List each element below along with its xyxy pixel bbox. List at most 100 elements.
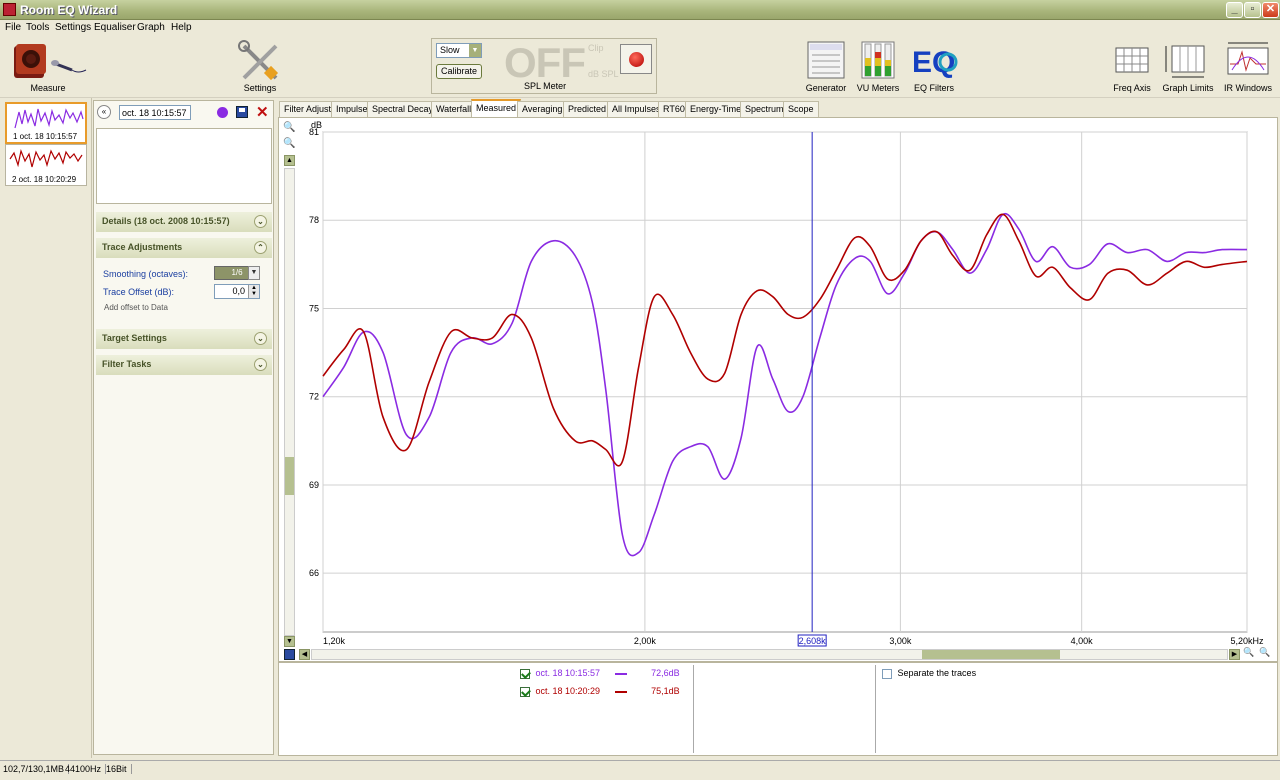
scroll-right-button[interactable]: ▶: [1229, 649, 1240, 660]
measurement-1-label: 1 oct. 18 10:15:57: [13, 132, 78, 141]
chevron-down-icon: ⌄: [254, 332, 267, 345]
measurement-thumb-2[interactable]: 2 oct. 18 10:20:29: [5, 144, 87, 186]
y-tick-label: 72: [309, 392, 319, 402]
menu-file[interactable]: File: [5, 22, 21, 33]
legend-panel: oct. 18 10:15:57 72,6dB oct. 18 10:20:29…: [278, 662, 1278, 756]
add-offset-link[interactable]: Add offset to Data: [104, 303, 168, 312]
trace-2-checkbox[interactable]: [520, 686, 530, 697]
minimize-button[interactable]: _: [1226, 2, 1243, 18]
calibrate-button[interactable]: Calibrate: [436, 64, 482, 79]
y-tick-label: 75: [309, 303, 319, 313]
generator-button[interactable]: Generator: [804, 40, 848, 93]
tab-all-impulses[interactable]: All Impulses: [607, 101, 666, 117]
measure-label: Measure: [30, 83, 66, 93]
smoothing-value: 1/6: [231, 268, 243, 277]
filter-tasks-title: Filter Tasks: [102, 359, 152, 369]
trace-adjustments-title: Trace Adjustments: [102, 242, 183, 252]
y-tick-label: 66: [309, 568, 319, 578]
legend-divider-1: [693, 665, 694, 753]
tab-averaging[interactable]: Averaging: [517, 101, 568, 117]
toolbar: Measure Settings Slow ▼ Calibrate OFF Cl…: [0, 36, 1280, 98]
spl-clip-label: Clip: [588, 43, 604, 53]
graph-limits-button[interactable]: Graph Limits: [1162, 40, 1214, 93]
horizontal-scrollbar[interactable]: [311, 649, 1228, 660]
details-section[interactable]: Details (18 oct. 2008 10:15:57) ⌄: [96, 212, 272, 232]
menu-settings[interactable]: Settings: [55, 22, 91, 33]
trace-1-checkbox[interactable]: [520, 668, 530, 679]
measurement-2-thumbnail: [9, 148, 83, 168]
tab-spectral-decay[interactable]: Spectral Decay: [367, 101, 439, 117]
svg-text:EQ: EQ: [912, 46, 955, 79]
trace-adjustments-section[interactable]: Trace Adjustments ⌃: [96, 238, 272, 258]
separate-traces-row: Separate the traces: [882, 668, 976, 679]
ir-windows-label: IR Windows: [1223, 83, 1272, 93]
settings-button[interactable]: Settings: [230, 40, 290, 93]
horizontal-scroll-thumb[interactable]: [922, 650, 1060, 659]
spinner-arrows-icon: ▲ ▼: [248, 285, 259, 298]
target-settings-section[interactable]: Target Settings ⌄: [96, 329, 272, 349]
spl-speed-select[interactable]: Slow ▼: [436, 43, 482, 58]
menu-tools[interactable]: Tools: [26, 22, 49, 33]
settings-label: Settings: [243, 83, 277, 93]
chevron-down-icon: ⌄: [254, 358, 267, 371]
chevron-down-icon: ▼: [248, 266, 260, 280]
scroll-left-button[interactable]: ◀: [299, 649, 310, 660]
tools-icon: [238, 40, 279, 81]
zoom-in-x-icon[interactable]: 🔍: [1243, 647, 1254, 658]
ir-windows-button[interactable]: IR Windows: [1222, 40, 1274, 93]
menu-help[interactable]: Help: [171, 22, 192, 33]
notes-area[interactable]: [96, 128, 272, 204]
tab-predicted[interactable]: Predicted: [563, 101, 612, 117]
tab-scope[interactable]: Scope: [783, 101, 819, 117]
tab-filter-adjust[interactable]: Filter Adjust: [279, 101, 337, 117]
zoom-out-x-icon[interactable]: 🔍: [1259, 647, 1270, 658]
menu-graph[interactable]: Graph: [137, 22, 165, 33]
eq-filters-label: EQ Filters: [913, 83, 954, 93]
maximize-button[interactable]: ▫: [1244, 2, 1261, 18]
sample-rate-status: 44100Hz: [65, 764, 107, 774]
trace-offset-spinner[interactable]: 0,0 ▲ ▼: [214, 284, 260, 299]
chevron-down-icon: ▼: [469, 44, 481, 57]
menu-equaliser[interactable]: Equaliser: [94, 22, 136, 33]
app-icon: [3, 3, 16, 16]
save-icon[interactable]: [236, 106, 248, 118]
target-settings-title: Target Settings: [102, 333, 167, 343]
close-button[interactable]: ✕: [1262, 2, 1279, 18]
menu-bar: File Tools Settings Equaliser Graph Help: [0, 20, 1280, 36]
vu-meters-button[interactable]: VU Meters: [856, 40, 900, 93]
save-graph-icon[interactable]: [284, 649, 295, 660]
freq-axis-button[interactable]: Freq Axis: [1112, 40, 1152, 93]
memory-status: 102,7/130,1MB: [3, 764, 70, 774]
x-tick-label: 4,00k: [1071, 636, 1094, 646]
measurement-list: 1 oct. 18 10:15:57 2 oct. 18 10:20:29: [0, 98, 92, 758]
tab-waterfall[interactable]: Waterfall: [431, 101, 477, 117]
smoothing-select[interactable]: 1/6 ▼: [214, 266, 260, 280]
frequency-response-chart[interactable]: 6669727578811,20k 2,00k 3,00k 4,00k 5,20kHzd…: [279, 118, 1275, 648]
tab-measured[interactable]: Measured: [471, 99, 522, 117]
legend-row-1: oct. 18 10:15:57 72,6dB: [520, 668, 680, 679]
generator-icon: [807, 41, 845, 79]
separate-traces-checkbox[interactable]: [882, 668, 892, 679]
legend-swatch-1: [614, 672, 627, 675]
measurement-thumb-1[interactable]: 1 oct. 18 10:15:57: [5, 102, 87, 144]
record-button[interactable]: [620, 44, 652, 74]
filter-tasks-section[interactable]: Filter Tasks ⌄: [96, 355, 272, 375]
spl-unit: dB SPL: [588, 69, 619, 79]
tab-spectrum[interactable]: Spectrum: [740, 101, 789, 117]
measurement-name-input[interactable]: [119, 105, 191, 120]
delete-icon[interactable]: ✕: [256, 103, 269, 121]
measure-button[interactable]: Measure: [8, 40, 88, 93]
record-icon: [629, 52, 644, 67]
smoothing-label: Smoothing (octaves):: [103, 269, 189, 279]
color-dot-icon[interactable]: [217, 107, 228, 118]
chevron-up-icon: ⌃: [254, 241, 267, 254]
graph-panel: 🔍 🔍 ▲ ▼ 66 69 72 75 78 81 1,20k 2,00k 3,00k 4,00k…: [278, 117, 1278, 662]
vu-meters-label: VU Meters: [856, 83, 900, 93]
tab-energy-time[interactable]: Energy-Time: [685, 101, 747, 117]
legend-divider-2: [875, 665, 876, 753]
x-tick-label: 3,00k: [889, 636, 912, 646]
plot-frame: [322, 131, 1248, 633]
collapse-panel-button[interactable]: «: [97, 105, 111, 119]
generator-label: Generator: [805, 83, 847, 93]
eq-filters-button[interactable]: EQ EQ Filters: [910, 40, 958, 93]
